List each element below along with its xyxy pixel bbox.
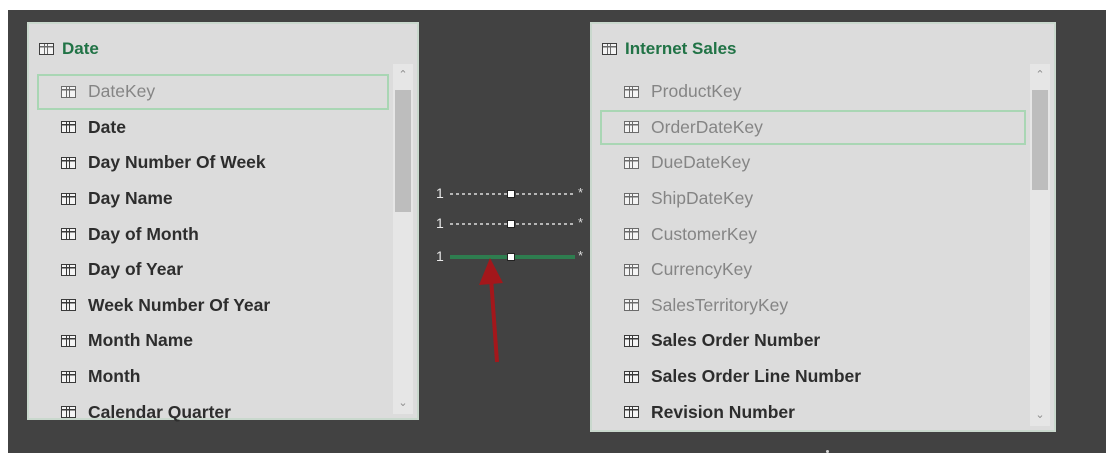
field-label: CurrencyKey — [651, 259, 753, 280]
relationship-3-from-cardinality: 1 — [436, 248, 444, 264]
field-label: Day of Month — [88, 223, 199, 244]
field-label: Sales Order Line Number — [651, 366, 862, 387]
column-icon — [624, 192, 639, 205]
internet-sales-table-header[interactable]: Internet Sales — [602, 37, 737, 61]
field-label: Month Name — [88, 330, 193, 351]
field-row[interactable]: ShipDateKey — [600, 181, 1026, 217]
column-icon — [624, 263, 639, 276]
date-table-title: Date — [62, 39, 99, 58]
field-label: DateKey — [88, 81, 156, 102]
column-icon — [61, 406, 76, 419]
field-row[interactable]: CurrencyKey — [600, 252, 1026, 288]
field-label: Date — [88, 116, 126, 137]
relationship-2-handle[interactable] — [507, 220, 515, 228]
field-label: OrderDateKey — [651, 116, 763, 137]
column-icon — [624, 299, 639, 312]
field-row[interactable]: Sales Order Line Number — [600, 359, 1026, 395]
date-scrollbar[interactable]: ⌃ ⌄ — [393, 64, 413, 414]
column-icon — [61, 192, 76, 205]
column-icon — [624, 121, 639, 134]
field-row[interactable]: Month — [37, 359, 389, 395]
field-label: Calendar Quarter — [88, 401, 231, 422]
column-icon — [61, 228, 76, 241]
field-label: ProductKey — [651, 81, 742, 102]
column-icon — [624, 334, 639, 347]
field-row[interactable]: Day of Month — [37, 216, 389, 252]
column-icon — [624, 406, 639, 419]
field-row[interactable]: Day Name — [37, 181, 389, 217]
field-label: Day of Year — [88, 259, 184, 280]
column-icon — [624, 85, 639, 98]
column-icon — [61, 121, 76, 134]
column-icon — [61, 156, 76, 169]
internet-sales-scrollbar[interactable]: ⌃ ⌄ — [1030, 64, 1050, 426]
field-row[interactable]: DateKey — [37, 74, 389, 110]
field-label: Week Number Of Year — [88, 294, 271, 315]
scroll-up-icon[interactable]: ⌃ — [393, 66, 413, 84]
field-label: DueDateKey — [651, 152, 751, 173]
field-row[interactable]: Calendar Quarter — [37, 394, 389, 430]
field-row[interactable]: OrderDateKey — [600, 109, 1026, 146]
field-row[interactable]: DueDateKey — [600, 145, 1026, 181]
relationship-3-handle[interactable] — [507, 253, 515, 261]
field-row[interactable]: Day Number Of Week — [37, 145, 389, 181]
date-table-card[interactable]: Date DateKey Date Day Number Of Week Day Na… — [27, 22, 419, 422]
scroll-down-icon[interactable]: ⌄ — [1030, 406, 1050, 424]
field-label: Day Number Of Week — [88, 152, 266, 173]
column-icon — [61, 334, 76, 347]
field-label: CustomerKey — [651, 223, 758, 244]
relationship-3-to-cardinality: * — [578, 248, 584, 263]
column-icon — [61, 299, 76, 312]
relationship-2-to-cardinality: * — [578, 215, 584, 230]
column-icon — [624, 156, 639, 169]
column-icon — [61, 85, 76, 98]
internet-sales-field-list: ProductKey OrderDateKey DueDateKey ShipDate… — [600, 74, 1026, 430]
internet-sales-table-card[interactable]: Internet Sales ProductKey OrderDateKey Due… — [590, 22, 1056, 432]
field-row[interactable]: Week Number Of Year — [37, 288, 389, 324]
column-icon — [61, 263, 76, 276]
field-label: Sales Order Number — [651, 330, 821, 351]
relationship-1-to-cardinality: * — [578, 185, 584, 200]
table-icon — [39, 43, 54, 55]
column-icon — [61, 370, 76, 383]
scroll-up-icon[interactable]: ⌃ — [1030, 66, 1050, 84]
field-label: Day Name — [88, 188, 173, 209]
column-icon — [624, 228, 639, 241]
resize-dot — [826, 450, 829, 453]
date-table-header[interactable]: Date — [39, 37, 99, 61]
field-row[interactable]: SalesTerritoryKey — [600, 288, 1026, 324]
internet-sales-table-title: Internet Sales — [625, 39, 737, 58]
internet-sales-scroll-thumb[interactable] — [1032, 90, 1048, 190]
field-label: ShipDateKey — [651, 188, 754, 209]
field-label: SalesTerritoryKey — [651, 294, 789, 315]
scroll-down-icon[interactable]: ⌄ — [393, 394, 413, 412]
date-scroll-thumb[interactable] — [395, 90, 411, 212]
field-row[interactable]: Month Name — [37, 323, 389, 359]
relationship-1-handle[interactable] — [507, 190, 515, 198]
field-row[interactable]: ProductKey — [600, 74, 1026, 110]
date-field-list: DateKey Date Day Number Of Week Day Name Day… — [37, 74, 389, 430]
field-row[interactable]: Sales Order Number — [600, 323, 1026, 359]
field-row[interactable]: Revision Number — [600, 394, 1026, 430]
table-icon — [602, 43, 617, 55]
field-row[interactable]: Day of Year — [37, 252, 389, 288]
field-row[interactable]: CustomerKey — [600, 216, 1026, 252]
field-row[interactable]: Date — [37, 110, 389, 146]
relationship-2-from-cardinality: 1 — [436, 215, 444, 231]
field-label: Revision Number — [651, 401, 795, 422]
relationship-1-from-cardinality: 1 — [436, 185, 444, 201]
field-label: Month — [88, 366, 141, 387]
column-icon — [624, 370, 639, 383]
